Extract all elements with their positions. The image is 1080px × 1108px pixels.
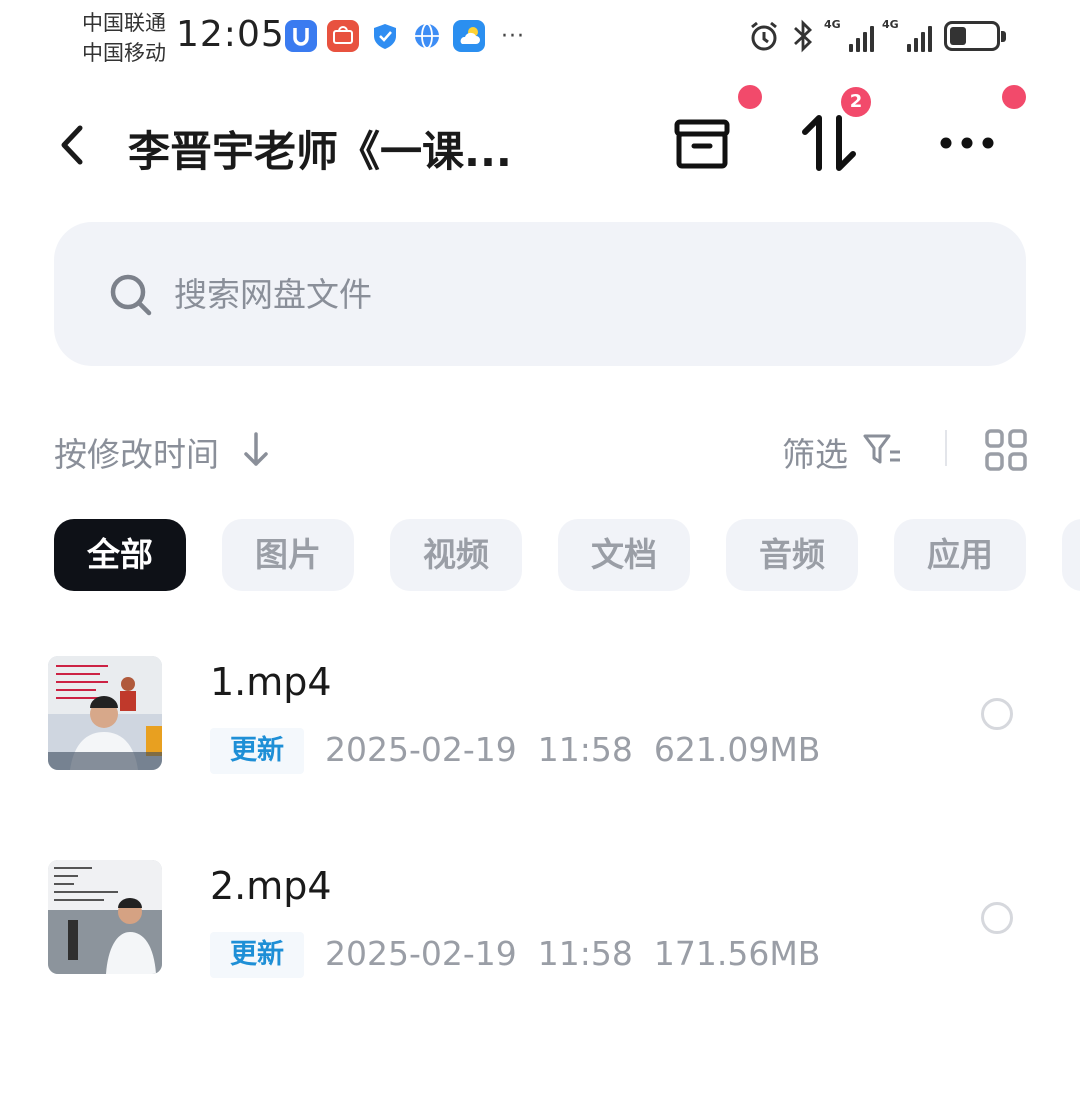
filter-icon[interactable] [862, 432, 902, 468]
chevron-left-icon [61, 125, 83, 165]
carrier-2: 中国移动 [82, 41, 166, 65]
back-button[interactable] [52, 120, 92, 170]
search-input[interactable] [174, 266, 874, 322]
box-notification-dot [738, 85, 762, 109]
file-meta: 2025-02-19 11:58 621.09MB [325, 730, 820, 769]
signal-icon-2: 4G [882, 18, 932, 52]
page-title: 李晋宇老师《一课... [128, 127, 512, 176]
more-icon [940, 137, 994, 149]
weather-icon [453, 20, 485, 52]
search-icon [110, 274, 152, 316]
tab-documents[interactable]: 文档 [558, 519, 690, 591]
category-tabs: 全部 图片 视频 文档 音频 应用 [54, 519, 1080, 591]
tab-more-partial[interactable] [1062, 519, 1080, 591]
filter-button[interactable]: 筛选 [782, 428, 848, 476]
update-tag: 更新 [210, 728, 304, 774]
grid-view-icon[interactable] [984, 428, 1028, 472]
search-bar[interactable] [54, 222, 1026, 366]
select-radio[interactable] [981, 902, 1013, 934]
battery-icon [944, 21, 1006, 51]
video-thumbnail [48, 656, 162, 770]
file-time: 11:58 [537, 730, 633, 769]
file-size: 171.56MB [653, 934, 821, 973]
list-item[interactable]: 1.mp4 更新 2025-02-19 11:58 621.09MB [0, 656, 1080, 786]
alarm-icon [751, 21, 777, 51]
tab-audio[interactable]: 音频 [726, 519, 858, 591]
more-button[interactable] [932, 108, 1002, 178]
system-icons: 4G 4G [746, 18, 1006, 54]
bluetooth-icon [794, 19, 813, 53]
notification-icons: ··· [285, 20, 525, 52]
box-icon [674, 119, 730, 169]
carrier-info: 中国联通 中国移动 [82, 8, 166, 68]
list-item[interactable]: 2.mp4 更新 2025-02-19 11:58 171.56MB [0, 860, 1080, 990]
status-time: 12:05 [176, 14, 285, 55]
file-name: 2.mp4 [210, 864, 332, 908]
shield-icon [369, 20, 401, 52]
sort-filter-row: 按修改时间 筛选 [54, 420, 1028, 480]
more-notification-dot [1002, 85, 1026, 109]
file-name: 1.mp4 [210, 660, 332, 704]
video-thumbnail [48, 860, 162, 974]
transfer-badge: 2 [841, 87, 871, 117]
update-tag: 更新 [210, 932, 304, 978]
file-size: 621.09MB [653, 730, 821, 769]
more-notifications: ··· [501, 23, 525, 49]
sort-button[interactable]: 按修改时间 [54, 428, 219, 476]
signal-icon-1: 4G [824, 18, 874, 52]
carrier-1: 中国联通 [82, 11, 166, 35]
nav-header: 李晋宇老师《一课... 2 [0, 80, 1080, 210]
u-app-icon [285, 20, 317, 52]
file-date: 2025-02-19 [325, 730, 517, 769]
box-button[interactable] [667, 108, 737, 178]
file-time: 11:58 [537, 934, 633, 973]
tab-images[interactable]: 图片 [222, 519, 354, 591]
select-radio[interactable] [981, 698, 1013, 730]
tab-all[interactable]: 全部 [54, 519, 186, 591]
divider [945, 430, 947, 466]
huawei-store-icon [327, 20, 359, 52]
file-meta: 2025-02-19 11:58 171.56MB [325, 934, 820, 973]
transfer-button[interactable] [795, 108, 865, 178]
tab-apps[interactable]: 应用 [894, 519, 1026, 591]
tab-videos[interactable]: 视频 [390, 519, 522, 591]
arrow-down-icon[interactable] [242, 430, 270, 470]
transfer-icon [802, 115, 856, 171]
status-bar: 中国联通 中国移动 12:05 ··· 4G 4G [0, 0, 1080, 80]
browser-icon [411, 20, 443, 52]
file-date: 2025-02-19 [325, 934, 517, 973]
